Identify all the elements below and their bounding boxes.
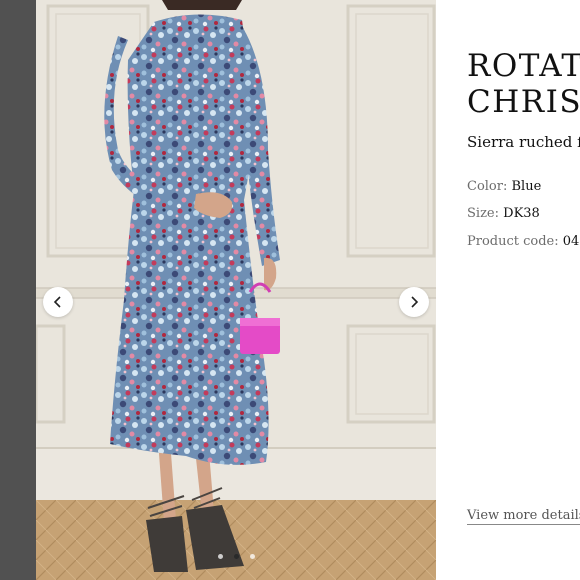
carousel-dot-active[interactable] — [233, 553, 239, 559]
product-code-label: Product code: — [467, 234, 559, 249]
chevron-left-icon — [53, 296, 61, 308]
brand-name[interactable]: ROTATE CHRISTENSEN — [467, 48, 580, 120]
brand-line-2: CHRISTENSEN — [467, 84, 580, 120]
product-photo — [36, 0, 436, 580]
carousel-dot[interactable] — [249, 553, 255, 559]
color-value: Blue — [511, 179, 542, 194]
size-attribute: Size: DK38 — [467, 206, 540, 221]
previous-image-button[interactable] — [43, 287, 73, 317]
product-page: ROTATE CHRISTENSEN Sierra ruched floral … — [0, 0, 580, 580]
brand-line-1: ROTATE — [467, 48, 580, 84]
next-image-button[interactable] — [399, 287, 429, 317]
product-code-attribute: Product code: 0400 — [467, 234, 580, 249]
product-code-value: 0400 — [562, 234, 580, 249]
carousel-dots — [36, 552, 436, 560]
view-more-details-link[interactable]: View more details — [467, 508, 580, 525]
color-attribute: Color: Blue — [467, 179, 541, 194]
color-label: Color: — [467, 179, 508, 194]
carousel-dot[interactable] — [217, 553, 223, 559]
chevron-right-icon — [411, 296, 419, 308]
size-label: Size: — [467, 206, 499, 221]
size-value: DK38 — [503, 206, 540, 221]
product-name: Sierra ruched floral — [467, 133, 580, 151]
product-details-panel: ROTATE CHRISTENSEN Sierra ruched floral … — [436, 0, 580, 580]
left-sidebar-strip — [0, 0, 36, 580]
product-image-gallery[interactable] — [36, 0, 436, 580]
